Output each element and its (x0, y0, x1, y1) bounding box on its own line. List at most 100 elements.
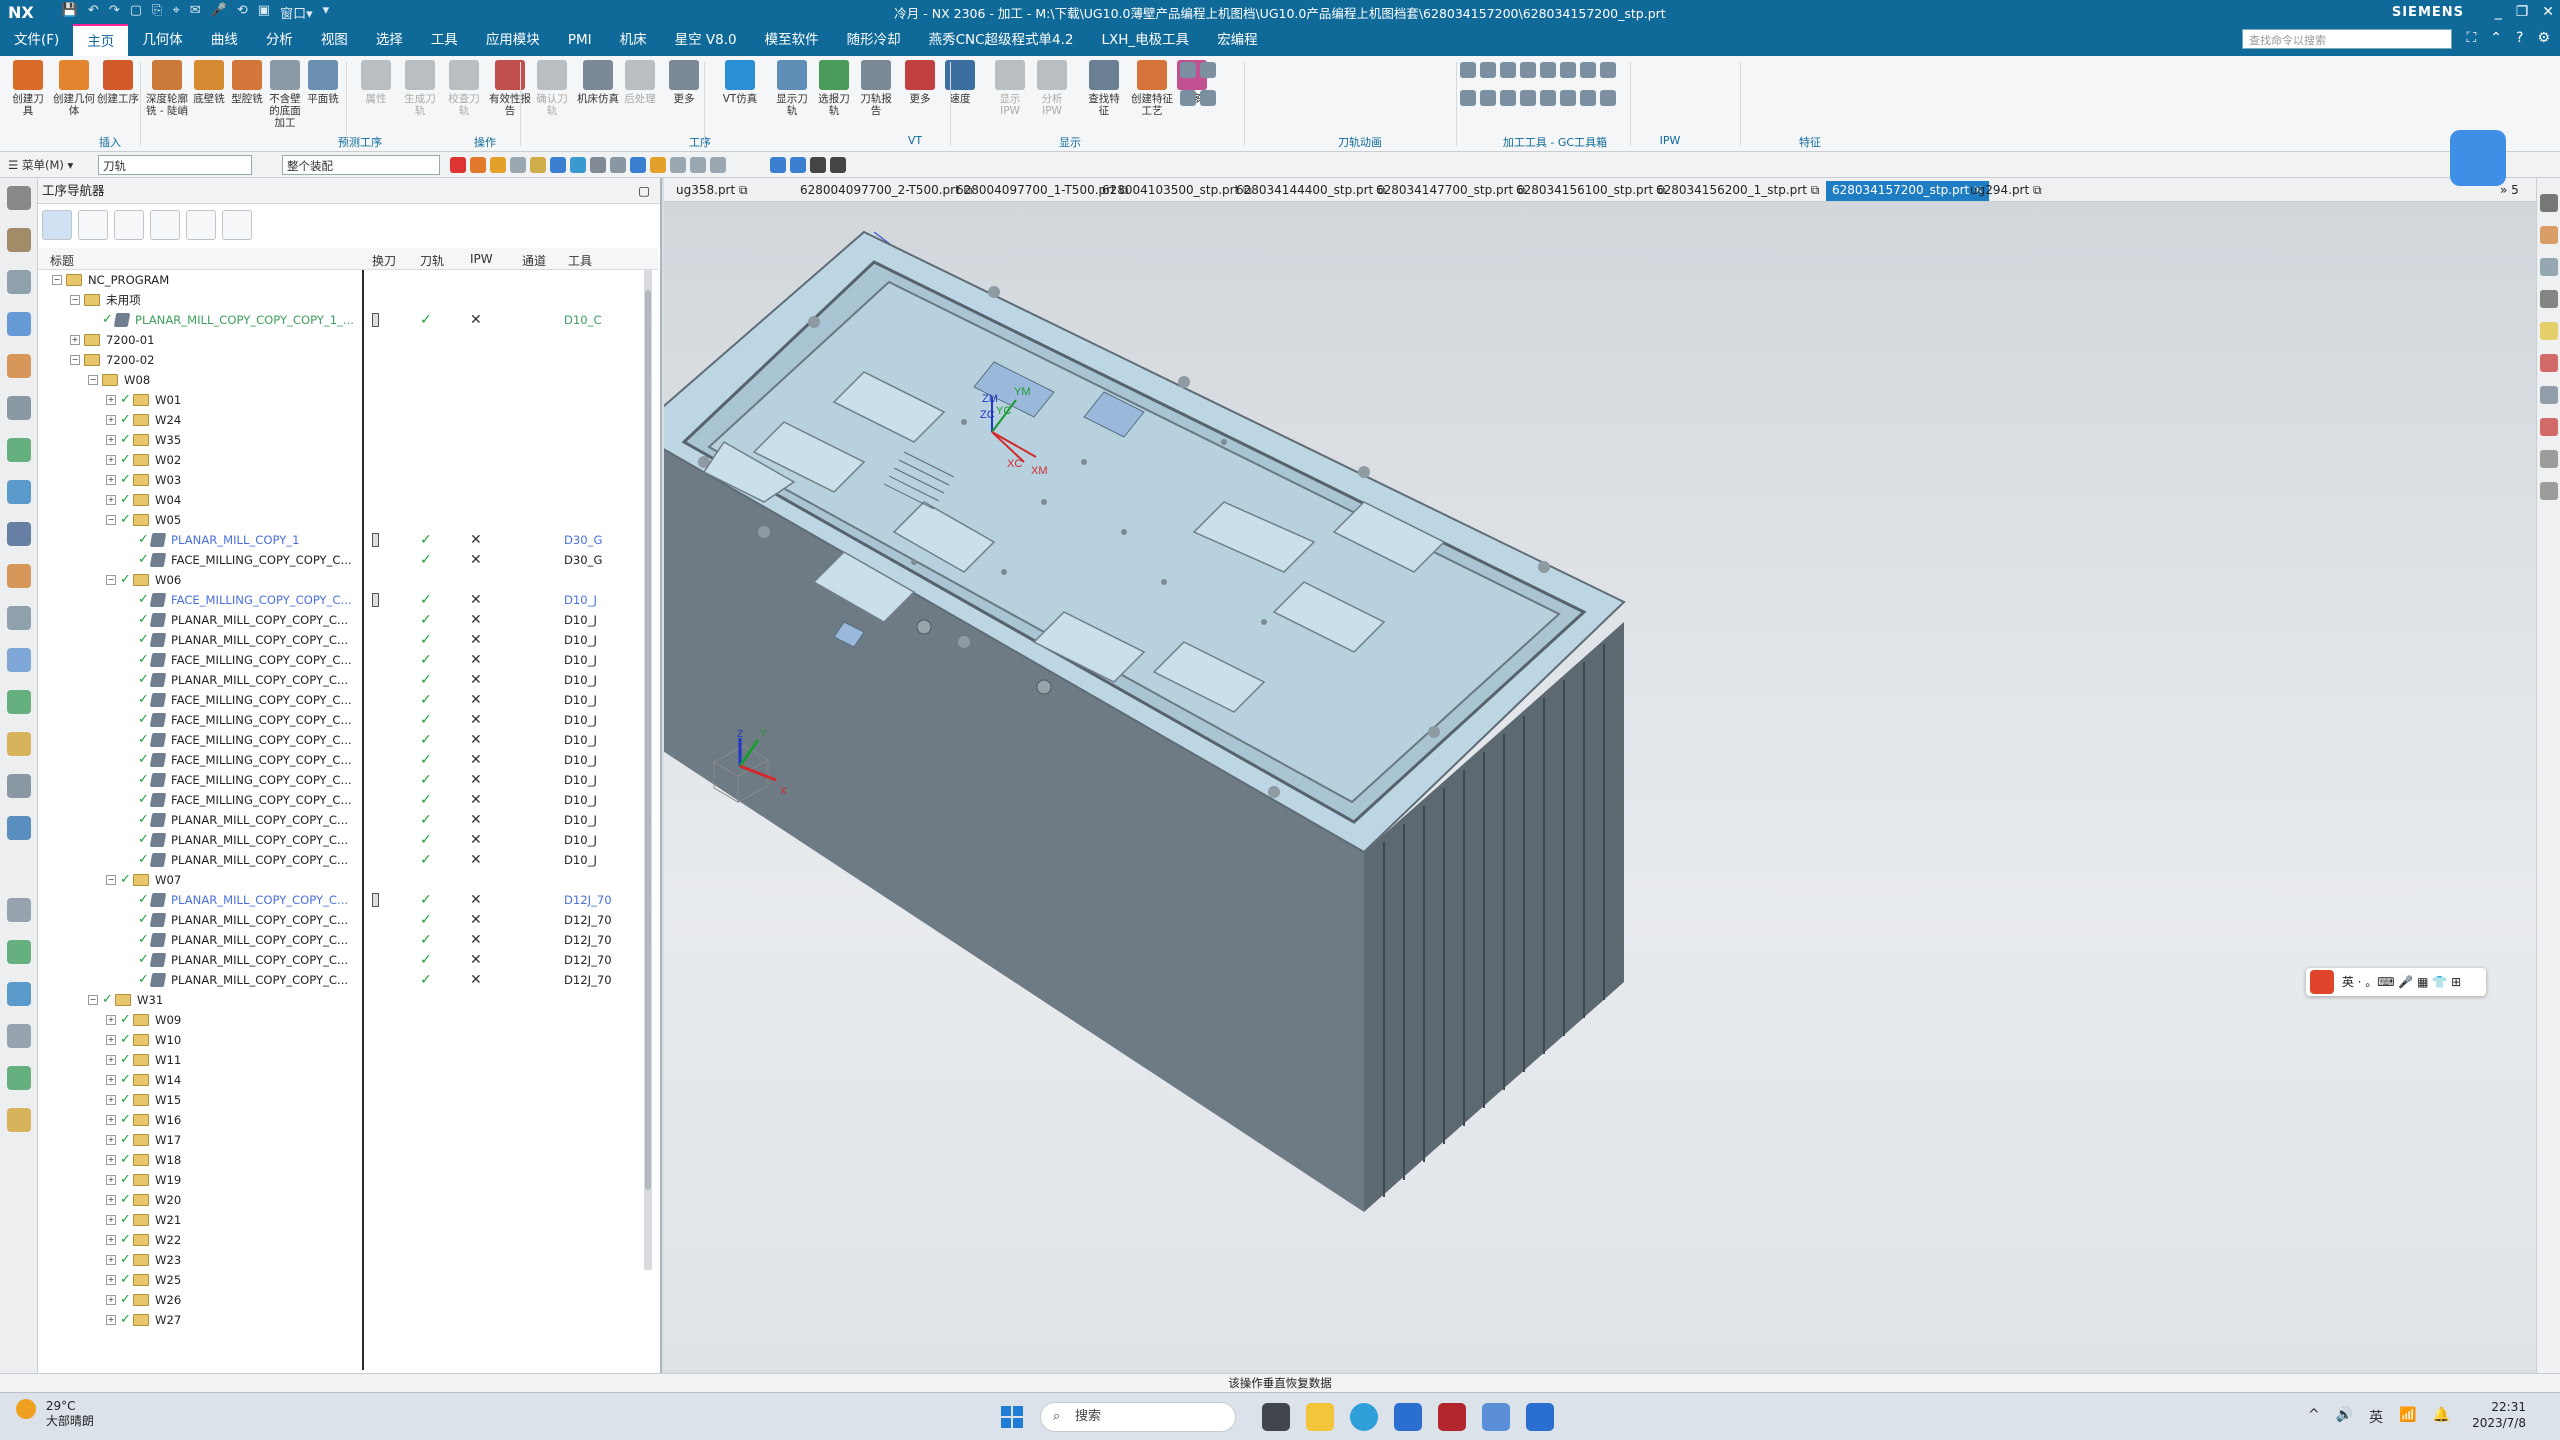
ribbon-small-icon[interactable] (1600, 62, 1616, 78)
document-tab[interactable]: 628034147700_stp.prt ⧉ (1370, 181, 1532, 201)
ribbon-small-icon[interactable] (1460, 90, 1476, 106)
ribbon-button[interactable]: 查找特征 (1084, 60, 1124, 117)
ribbon-button[interactable]: 校查刀轨 (444, 60, 484, 117)
toolbar-icon[interactable] (770, 157, 786, 173)
operation-row[interactable]: ✓ PLANAR_MILL_COPY_COPY_C... ✓ ✕ D10_J (38, 610, 658, 630)
menu-item[interactable]: 曲线 (197, 24, 252, 56)
quick-access-item[interactable]: 💾 (62, 3, 78, 22)
right-bar-icon[interactable] (2540, 354, 2558, 372)
tray-icon[interactable]: 🔔 (2433, 1407, 2450, 1427)
method-view-icon[interactable] (150, 210, 180, 240)
operation-row[interactable]: ✓ FACE_MILLING_COPY_COPY_C... ✓ ✕ D10_J (38, 750, 658, 770)
toolbar-icon[interactable] (650, 157, 666, 173)
program-group-row[interactable]: + ✓ W14 (38, 1070, 658, 1090)
tablet-app-icon[interactable] (1526, 1403, 1554, 1431)
ribbon-small-icon[interactable] (1460, 62, 1476, 78)
resource-bar-icon[interactable] (7, 438, 31, 462)
ribbon-button[interactable]: 有效性报告 (488, 60, 532, 117)
expand-toggle[interactable]: + (106, 1035, 116, 1045)
column-splitter[interactable] (362, 270, 364, 1370)
menu-item[interactable]: 应用模块 (472, 24, 554, 56)
operation-row[interactable]: ✓ PLANAR_MILL_COPY_COPY_C... ✓ ✕ D10_J (38, 670, 658, 690)
resource-bar-icon[interactable] (7, 982, 31, 1006)
tab-close-icon[interactable]: ⧉ (1807, 183, 1820, 197)
quick-access-item[interactable]: ⌖ (172, 3, 179, 22)
menu-item[interactable]: PMI (554, 24, 606, 56)
operation-row[interactable]: ✓ PLANAR_MILL_COPY_COPY_C... ✓ ✕ D12J_70 (38, 970, 658, 990)
quick-access-item[interactable]: ✉ (190, 3, 201, 22)
document-tab[interactable]: 628034156100_stp.prt ⧉ (1510, 181, 1672, 201)
program-group-row[interactable]: + ✓ W20 (38, 1190, 658, 1210)
ribbon-button[interactable]: 分析 IPW (1032, 60, 1072, 117)
resource-bar-icon[interactable] (7, 312, 31, 336)
right-bar-icon[interactable] (2540, 194, 2558, 212)
expand-toggle[interactable]: + (106, 1235, 116, 1245)
right-bar-icon[interactable] (2540, 322, 2558, 340)
ribbon-button[interactable]: 创建工序 (96, 60, 140, 105)
ribbon-button[interactable]: 创建特征工艺 (1128, 60, 1176, 117)
resource-bar-icon[interactable] (7, 1108, 31, 1132)
toolbar-icon[interactable] (670, 157, 686, 173)
taskbar-search[interactable]: ⌕ 搜索 (1040, 1402, 1236, 1432)
right-bar-icon[interactable] (2540, 450, 2558, 468)
menu-item[interactable]: 随形冷却 (833, 24, 915, 56)
expand-toggle[interactable]: + (70, 335, 80, 345)
resource-bar-icon[interactable] (7, 1024, 31, 1048)
menu-item[interactable]: 分析 (252, 24, 307, 56)
ribbon-small-icon[interactable] (1500, 62, 1516, 78)
quick-access-item[interactable]: 🎤 (211, 3, 227, 22)
operation-row[interactable]: ✓ PLANAR_MILL_COPY_1 ✓ ✕ D30_G (38, 530, 658, 550)
ribbon-small-icon[interactable] (1520, 90, 1536, 106)
column-header[interactable]: 换刀 (372, 252, 396, 269)
right-bar-icon[interactable] (2540, 418, 2558, 436)
nx-logo[interactable]: NX (0, 3, 42, 22)
column-header[interactable]: 刀轨 (420, 252, 444, 269)
minimize-icon[interactable]: ▢ (638, 178, 650, 204)
expand-toggle[interactable]: + (106, 1275, 116, 1285)
expand-toggle[interactable]: + (106, 1075, 116, 1085)
menu-item[interactable]: 工具 (417, 24, 472, 56)
operation-row[interactable]: ✓ PLANAR_MILL_COPY_COPY_C... ✓ ✕ D10_J (38, 630, 658, 650)
menu-item[interactable]: 几何体 (128, 24, 197, 56)
expand-toggle[interactable]: + (106, 1135, 116, 1145)
program-group-row[interactable]: − 未用项 (38, 290, 658, 310)
toolbar-icon[interactable] (690, 157, 706, 173)
program-group-row[interactable]: − ✓ W31 (38, 990, 658, 1010)
operation-row[interactable]: ✓ FACE_MILLING_COPY_COPY_C... ✓ ✕ D10_J (38, 590, 658, 610)
ribbon-small-icon[interactable] (1600, 90, 1616, 106)
nx-app-icon[interactable] (1438, 1403, 1466, 1431)
quick-access-item[interactable]: 窗口▾ (280, 3, 313, 22)
ribbon-button[interactable]: 机床仿真 (576, 60, 620, 105)
program-group-row[interactable]: + ✓ W03 (38, 470, 658, 490)
toolbar-icon[interactable] (630, 157, 646, 173)
task-view-icon[interactable] (1262, 1403, 1290, 1431)
menu-item[interactable]: 宏编程 (1203, 24, 1272, 56)
operation-row[interactable]: ✓ FACE_MILLING_COPY_COPY_C... ✓ ✕ D10_J (38, 690, 658, 710)
right-bar-icon[interactable] (2540, 290, 2558, 308)
expand-toggle[interactable]: + (106, 495, 116, 505)
ribbon-button[interactable]: 显示 IPW (990, 60, 1030, 117)
expand-toggle[interactable]: + (106, 1255, 116, 1265)
expand-toggle[interactable]: − (88, 375, 98, 385)
menu-item[interactable]: 星空 V8.0 (661, 24, 751, 56)
navigator-scrollbar[interactable] (644, 270, 652, 1270)
operation-row[interactable]: ✓ PLANAR_MILL_COPY_COPY_C... ✓ ✕ D12J_70 (38, 910, 658, 930)
program-group-row[interactable]: − 7200-02 (38, 350, 658, 370)
ribbon-button[interactable]: 后处理 (620, 60, 660, 105)
geometry-view-icon[interactable] (114, 210, 144, 240)
ime-toolbar[interactable]: 英 · 。⌨ 🎤 ▦ 👕 ⊞ (2306, 968, 2486, 996)
ribbon-button[interactable]: 刀轨报告 (856, 60, 896, 117)
program-group-row[interactable]: + ✓ W25 (38, 1270, 658, 1290)
program-group-row[interactable]: − ✓ W05 (38, 510, 658, 530)
toolbar-icon[interactable] (790, 157, 806, 173)
ribbon-small-icon[interactable] (1560, 62, 1576, 78)
graphics-viewport[interactable]: ZM YM YC ZC XC XM Z Y X (664, 202, 2536, 1370)
expand-toggle[interactable]: + (106, 435, 116, 445)
tray-icon[interactable]: 🔊 (2336, 1407, 2353, 1427)
tray-icon[interactable]: ^ (2308, 1407, 2320, 1427)
ribbon-button[interactable]: 不含壁的底面加工 (266, 60, 304, 129)
program-view-icon[interactable] (42, 210, 72, 240)
right-bar-icon[interactable] (2540, 226, 2558, 244)
resource-bar-icon[interactable] (7, 816, 31, 840)
operation-row[interactable]: ✓ FACE_MILLING_COPY_COPY_C... ✓ ✕ D10_J (38, 730, 658, 750)
